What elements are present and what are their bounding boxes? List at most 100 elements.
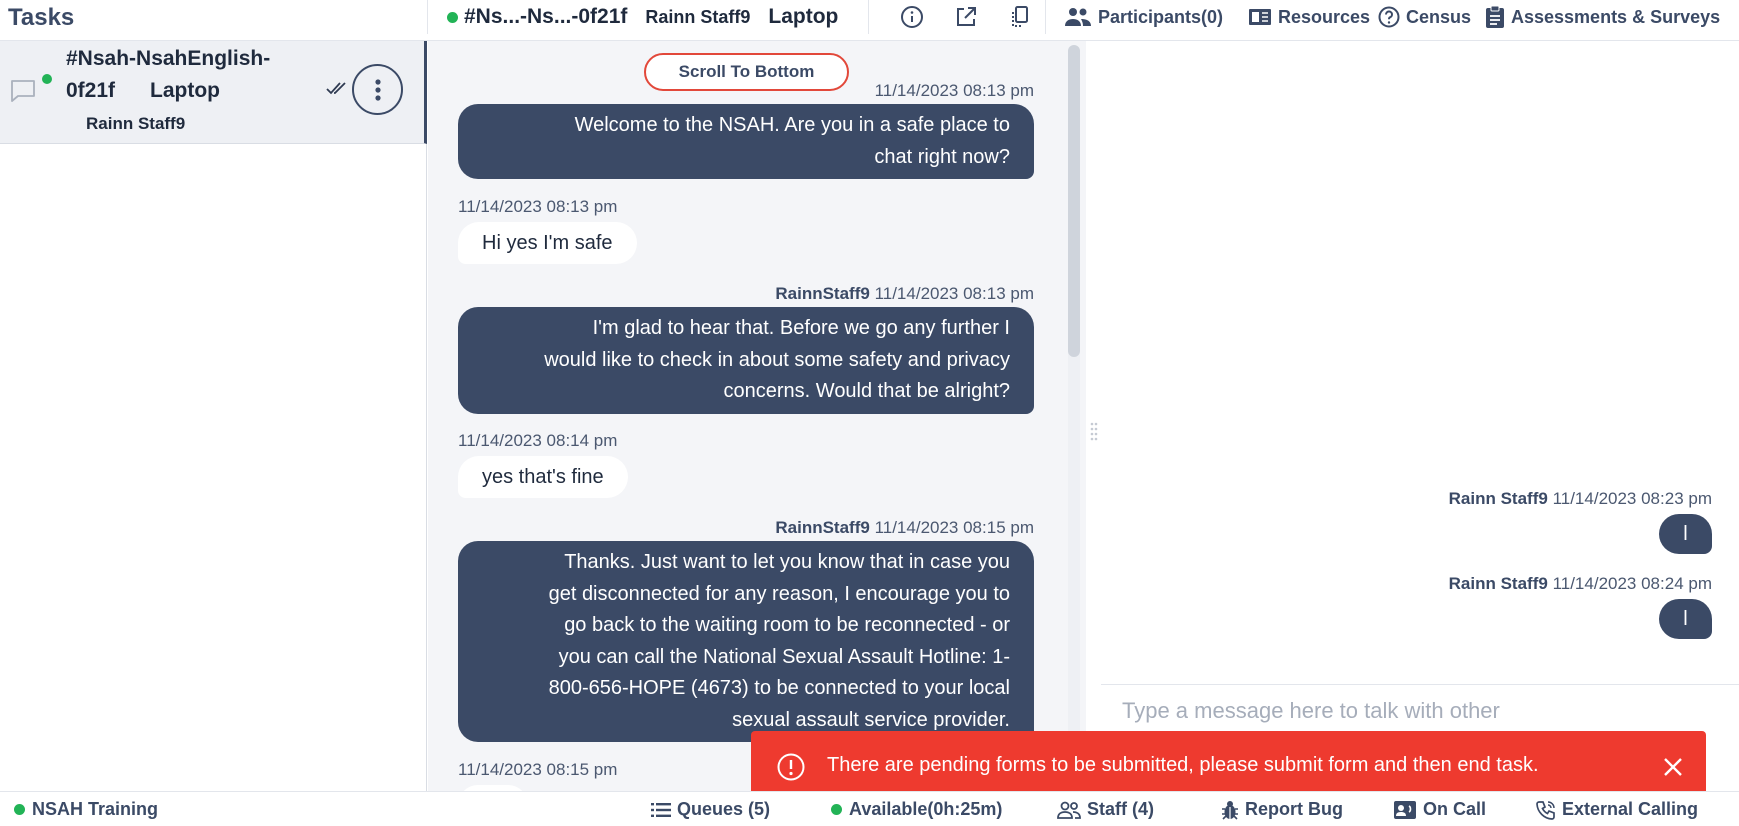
task-list-item[interactable]: #Nsah-NsahEnglish- 0f21f Laptop Rainn St… xyxy=(0,41,427,144)
task-device: Laptop xyxy=(150,79,220,102)
message-text: l xyxy=(1683,607,1688,630)
assessments-surveys-button[interactable]: Assessments & Surveys xyxy=(1485,4,1720,30)
double-check-icon xyxy=(326,81,348,100)
scroll-to-bottom-button[interactable]: Scroll To Bottom xyxy=(644,53,849,91)
people-icon xyxy=(1065,8,1091,26)
message-text: l xyxy=(1683,522,1688,545)
conversation-device: Laptop xyxy=(768,5,839,28)
resources-label: Resources xyxy=(1278,6,1371,27)
task-menu-button[interactable] xyxy=(352,64,403,115)
alert-circle-icon xyxy=(777,753,805,786)
message-meta: 11/14/2023 08:14 pm xyxy=(458,431,617,451)
message-sender: RainnStaff9 xyxy=(775,284,870,303)
message-meta: 11/14/2023 08:15 pm xyxy=(458,760,617,780)
more-vertical-icon xyxy=(374,78,381,101)
availability-button[interactable]: Available(0h:25m) xyxy=(831,799,1002,820)
status-bar: NSAH Training Queues (5) Available(0h:25… xyxy=(0,791,1739,826)
workspace-label: NSAH Training xyxy=(32,799,159,819)
message-time: 11/14/2023 08:23 pm xyxy=(1552,489,1712,508)
workspace-status[interactable]: NSAH Training xyxy=(14,799,158,820)
participants-label: Participants(0) xyxy=(1098,6,1224,27)
online-status-dot xyxy=(42,74,52,84)
phone-icon xyxy=(1536,800,1555,820)
staff-chat-panel: Rainn Staff9 11/14/2023 08:23 pm l Rainn… xyxy=(1101,41,1739,791)
message-time: 11/14/2023 08:15 pm xyxy=(458,760,618,779)
message-bubble-outgoing: Thanks. Just want to let you know that i… xyxy=(458,541,1034,742)
task-title: #Nsah-NsahEnglish- xyxy=(66,47,271,70)
message-bubble-incoming: Hi yes I'm safe xyxy=(458,222,637,264)
report-bug-button[interactable]: Report Bug xyxy=(1221,799,1343,820)
external-calling-label: External Calling xyxy=(1562,799,1699,819)
message-time: 11/14/2023 08:13 pm xyxy=(458,197,618,216)
message-time: 11/14/2023 08:24 pm xyxy=(1552,574,1712,593)
people-outline-icon xyxy=(1057,801,1081,819)
message-time: 11/14/2023 08:14 pm xyxy=(458,431,618,450)
bug-icon xyxy=(1222,800,1238,820)
message-line: 800-656-HOPE (4673) to be connected to y… xyxy=(548,677,1010,699)
message-bubble-incoming: yes that's fine xyxy=(458,456,628,498)
divider xyxy=(868,0,869,34)
message-line: you can call the National Sexual Assault… xyxy=(558,645,1010,668)
message-sender: Rainn Staff9 xyxy=(1448,574,1548,593)
online-status-dot xyxy=(447,11,458,23)
message-time: 11/14/2023 08:13 pm xyxy=(874,284,1034,303)
online-status-dot xyxy=(14,804,25,815)
help-circle-icon xyxy=(1378,6,1400,28)
assessments-label: Assessments & Surveys xyxy=(1511,6,1721,27)
message-line: would like to check in about some safety… xyxy=(544,348,1010,371)
queues-button[interactable]: Queues (5) xyxy=(651,799,770,820)
participants-button[interactable]: Participants(0) xyxy=(1064,4,1223,30)
staff-label: Staff (4) xyxy=(1087,799,1154,819)
info-icon[interactable] xyxy=(900,5,924,29)
staff-message-meta: Rainn Staff9 11/14/2023 08:24 pm xyxy=(1449,574,1712,594)
divider xyxy=(1045,0,1046,34)
open-external-icon[interactable] xyxy=(954,5,978,29)
staff-button[interactable]: Staff (4) xyxy=(1057,799,1154,820)
report-bug-label: Report Bug xyxy=(1245,799,1343,819)
copy-icon[interactable] xyxy=(1008,5,1032,29)
message-sender: RainnStaff9 xyxy=(775,518,870,537)
tasks-title: Tasks xyxy=(8,4,75,31)
online-status-dot xyxy=(831,804,842,815)
on-call-label: On Call xyxy=(1423,799,1487,819)
on-call-button[interactable]: On Call xyxy=(1393,799,1486,820)
message-line: concerns. Would that be alright? xyxy=(723,380,1010,402)
message-line: Hi yes I'm safe xyxy=(482,232,613,254)
scrollbar-thumb[interactable] xyxy=(1068,45,1080,357)
resources-button[interactable]: Resources xyxy=(1248,4,1370,30)
census-label: Census xyxy=(1406,6,1472,27)
toast-message: There are pending forms to be submitted,… xyxy=(827,754,1539,776)
message-bubble-outgoing: I'm glad to hear that. Before we go any … xyxy=(458,307,1034,414)
chat-scrollbar[interactable] xyxy=(1068,45,1080,790)
external-calling-button[interactable]: External Calling xyxy=(1536,799,1698,820)
divider xyxy=(427,0,428,34)
close-icon[interactable] xyxy=(1659,753,1687,781)
clipboard-icon xyxy=(1486,5,1504,28)
task-title-suffix: 0f21f xyxy=(66,79,116,102)
message-sender: Rainn Staff9 xyxy=(1448,489,1548,508)
message-line: yes that's fine xyxy=(482,466,604,488)
staff-message-meta: Rainn Staff9 11/14/2023 08:23 pm xyxy=(1449,489,1712,509)
drag-handle-icon xyxy=(1090,422,1098,441)
message-line: Thanks. Just want to let you know that i… xyxy=(564,551,1010,573)
divider xyxy=(1101,684,1739,685)
panel-resize-handle[interactable] xyxy=(1087,420,1101,444)
message-line: go back to the waiting room to be reconn… xyxy=(564,614,1010,636)
message-bubble-outgoing: Welcome to the NSAH. Are you in a safe p… xyxy=(458,104,1034,179)
staff-message-input[interactable] xyxy=(1101,691,1701,731)
message-meta: RainnStaff9 11/14/2023 08:15 pm xyxy=(775,518,1034,538)
queues-label: Queues (5) xyxy=(677,799,771,819)
message-time: 11/14/2023 08:13 pm xyxy=(874,81,1034,100)
chat-transcript-panel: 11/14/2023 08:13 pm Welcome to the NSAH.… xyxy=(428,41,1086,791)
message-time: 11/14/2023 08:15 pm xyxy=(874,518,1034,537)
top-bar: Tasks #Ns...-Ns...-0f21f Rainn Staff9 La… xyxy=(0,0,1739,41)
message-meta: RainnStaff9 11/14/2023 08:13 pm xyxy=(775,284,1034,304)
message-meta: 11/14/2023 08:13 pm xyxy=(875,81,1034,101)
staff-message-bubble: l xyxy=(1659,599,1712,639)
message-line: I'm glad to hear that. Before we go any … xyxy=(592,317,1010,339)
conversation-staff: Rainn Staff9 xyxy=(645,6,751,27)
message-meta: 11/14/2023 08:13 pm xyxy=(458,197,617,217)
staff-message-bubble: l xyxy=(1659,514,1712,554)
census-button[interactable]: Census xyxy=(1378,4,1471,30)
message-line: get disconnected for any reason, I encou… xyxy=(548,582,1010,605)
